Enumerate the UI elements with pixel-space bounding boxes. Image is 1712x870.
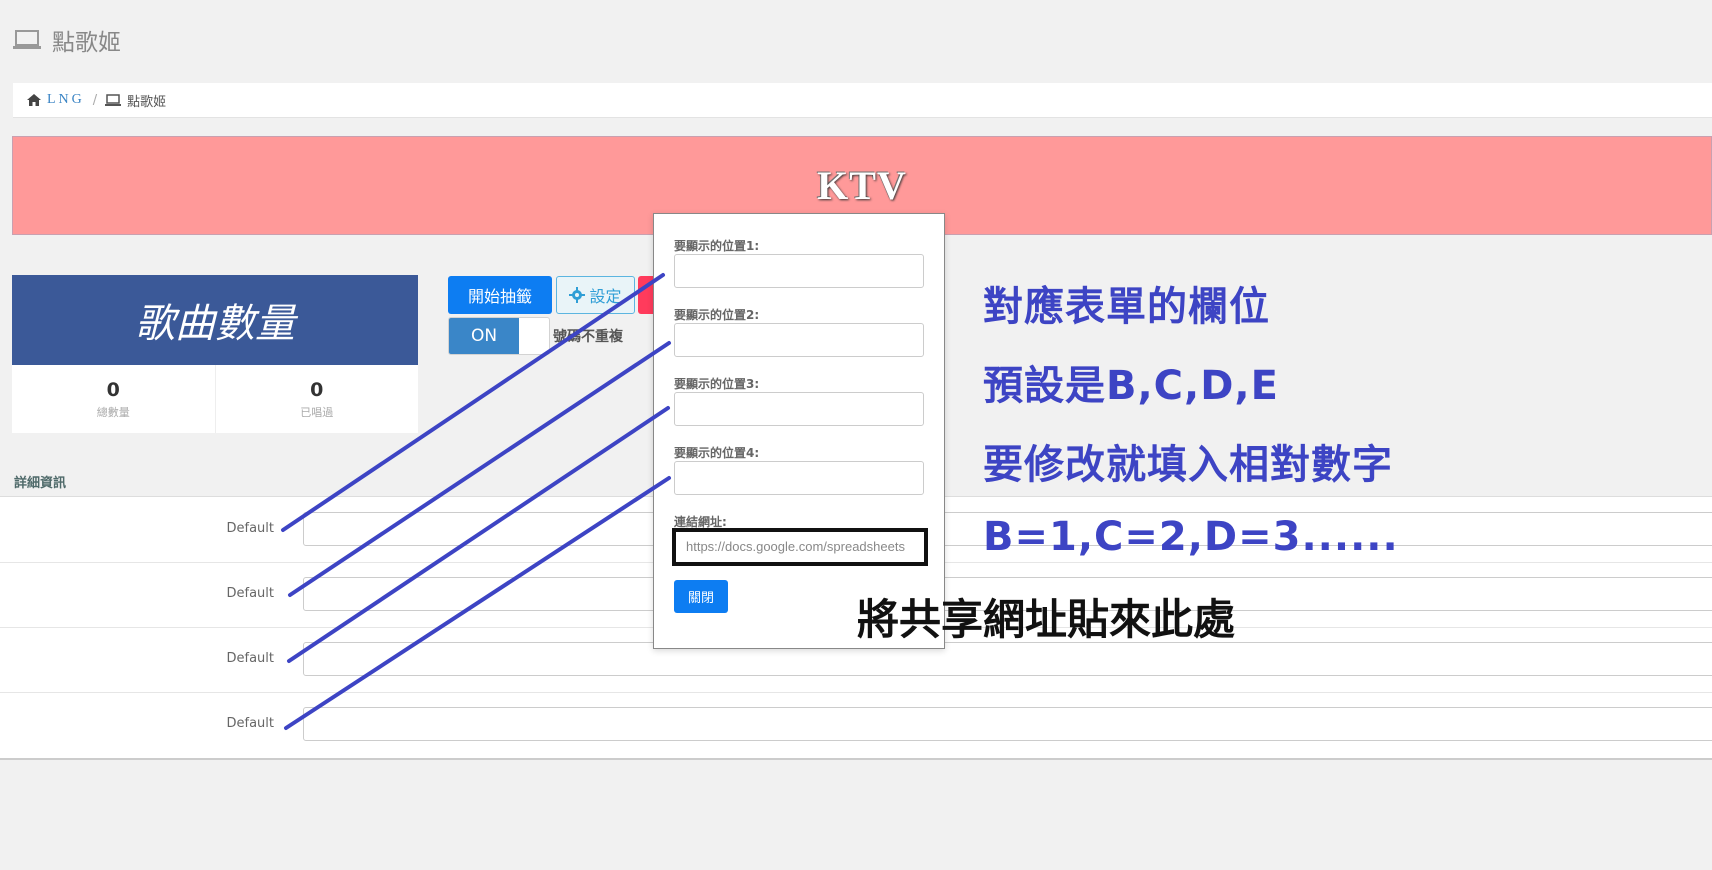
annotation-line-3 [287,406,670,663]
annotation-text-3: 要修改就填入相對數字 [983,442,1393,488]
annotation-line-2 [288,341,671,597]
annotation-text-2: 預設是B,C,D,E [983,363,1279,409]
annotation-line-4 [284,476,671,730]
annotation-lines [281,273,671,730]
annotation-text-1: 對應表單的欄位 [983,284,1270,330]
annotation-paste-note: 將共享網址貼來此處 [857,595,1236,644]
annotation-line-1 [281,273,665,532]
annotation-text-4: B=1,C=2,D=3...... [983,514,1399,560]
